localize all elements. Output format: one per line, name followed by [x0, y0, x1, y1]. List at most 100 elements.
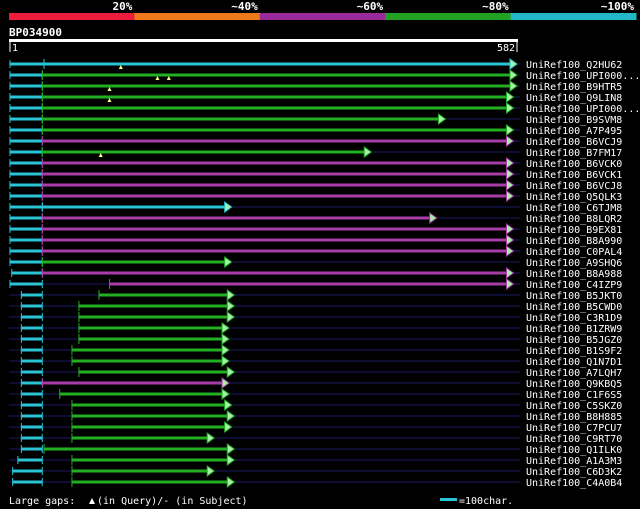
scale-label: =100char. — [459, 496, 513, 507]
hit-end-arrow-icon — [206, 432, 216, 444]
hit-name-label[interactable]: UniRef100_B1S9F2 — [526, 346, 622, 357]
hit-name-label[interactable]: UniRef100_B9SVM8 — [526, 115, 622, 126]
hit-name-label[interactable]: UniRef100_C1F6S5 — [526, 390, 622, 401]
hit-end-arrow-icon — [221, 333, 230, 345]
hit-row[interactable]: UniRef100_C6TJM8 — [9, 201, 622, 214]
query-gap-marker-icon — [107, 98, 112, 102]
hit-row[interactable]: UniRef100_Q1N7D1 — [9, 355, 622, 368]
hit-end-arrow-icon — [506, 278, 515, 290]
hit-name-label[interactable]: UniRef100_A7LQH7 — [526, 368, 622, 379]
hit-end-arrow-icon — [224, 201, 233, 213]
hit-name-label[interactable]: UniRef100_C6D3K2 — [526, 467, 622, 478]
hit-row[interactable]: UniRef100_B8LQR2 — [9, 212, 622, 225]
hit-row[interactable]: UniRef100_A7LQH7 — [9, 366, 622, 379]
hit-name-label[interactable]: UniRef100_A1A3M3 — [526, 456, 622, 467]
hit-end-arrow-icon — [506, 168, 515, 180]
hit-name-label[interactable]: UniRef100_Q1ILK0 — [526, 445, 622, 456]
hit-end-arrow-icon — [506, 190, 515, 202]
hit-row[interactable]: UniRef100_Q9KBQ5 — [9, 377, 622, 390]
hit-end-arrow-icon — [506, 179, 515, 191]
hit-name-label[interactable]: UniRef100_C7PCU7 — [526, 423, 622, 434]
hit-name-label[interactable]: UniRef100_B5CWD0 — [526, 302, 622, 313]
hit-row[interactable]: UniRef100_B6VCK1 — [9, 168, 622, 181]
hit-name-label[interactable]: UniRef100_A9SHQ6 — [526, 258, 622, 269]
hit-row[interactable]: UniRef100_B5JKT0 — [9, 289, 622, 302]
hit-name-label[interactable]: UniRef100_C4A0B4 — [526, 478, 622, 489]
hit-row[interactable]: UniRef100_B6VCJ8 — [9, 179, 622, 192]
hit-end-arrow-icon — [506, 234, 515, 246]
hit-row[interactable]: UniRef100_B6VCJ9 — [9, 135, 622, 148]
hit-name-label[interactable]: UniRef100_C5SKZ0 — [526, 401, 622, 412]
hit-name-label[interactable]: UniRef100_C3R1D9 — [526, 313, 622, 324]
hit-row[interactable]: UniRef100_B1S9F2 — [9, 344, 622, 357]
query-gap-symbol-icon — [89, 498, 95, 504]
hit-name-label[interactable]: UniRef100_B6VCK0 — [526, 159, 622, 170]
hit-name-label[interactable]: UniRef100_C0PAL4 — [526, 247, 622, 258]
hit-name-label[interactable]: UniRef100_B8H885 — [526, 412, 622, 423]
hit-name-label[interactable]: UniRef100_A7P495 — [526, 126, 622, 137]
hit-row[interactable]: UniRef100_C3R1D9 — [9, 311, 622, 324]
hit-row[interactable]: UniRef100_B9SVM8 — [9, 113, 622, 126]
hit-row[interactable]: UniRef100_C0PAL4 — [9, 245, 622, 258]
hit-name-label[interactable]: UniRef100_B6VCJ8 — [526, 181, 622, 192]
hit-name-label[interactable]: UniRef100_B6VCK1 — [526, 170, 622, 181]
hit-row[interactable]: UniRef100_B9EX81 — [9, 223, 622, 236]
hit-name-label[interactable]: UniRef100_Q2HU62 — [526, 60, 622, 71]
hit-name-label[interactable]: UniRef100_B8A988 — [526, 269, 622, 280]
identity-scale-ticks: 20% ~40% ~60% ~80% ~100% — [113, 0, 635, 13]
hit-end-arrow-icon — [221, 377, 230, 389]
hit-name-label[interactable]: UniRef100_B8LQR2 — [526, 214, 622, 225]
hit-name-label[interactable]: UniRef100_Q9KBQ5 — [526, 379, 622, 390]
hit-name-label[interactable]: UniRef100_B8A990 — [526, 236, 622, 247]
hit-row[interactable]: UniRef100_Q2HU62 — [9, 58, 622, 71]
hit-row[interactable]: UniRef100_A7P495 — [9, 124, 622, 137]
hit-name-label[interactable]: UniRef100_B5JGZ0 — [526, 335, 622, 346]
hit-row[interactable]: UniRef100_C6D3K2 — [9, 465, 622, 478]
hit-name-label[interactable]: UniRef100_B7FM17 — [526, 148, 622, 159]
hit-row[interactable]: UniRef100_A9SHQ6 — [9, 256, 622, 269]
hit-row[interactable]: UniRef100_B1ZRW9 — [9, 322, 622, 335]
svg-text:Large gaps:: Large gaps: — [9, 496, 75, 507]
hit-end-arrow-icon — [224, 421, 233, 433]
identity-tick-label: ~60% — [357, 0, 384, 13]
hit-name-label[interactable]: UniRef100_Q5QLK3 — [526, 192, 622, 203]
hit-row[interactable]: UniRef100_C4A0B4 — [9, 476, 622, 489]
hit-name-label[interactable]: UniRef100_Q1N7D1 — [526, 357, 622, 368]
hit-row[interactable]: UniRef100_Q1ILK0 — [9, 443, 622, 456]
hit-end-arrow-icon — [226, 300, 236, 312]
query-id: BP034900 — [9, 26, 62, 39]
hit-row[interactable]: UniRef100_B5CWD0 — [9, 300, 622, 313]
hit-name-label[interactable]: UniRef100_UPI000... — [526, 71, 640, 82]
hit-end-arrow-icon — [226, 366, 236, 378]
hit-row[interactable]: UniRef100_C9RT70 — [9, 432, 622, 445]
hit-row[interactable]: UniRef100_A1A3M3 — [9, 454, 622, 467]
hit-end-arrow-icon — [509, 80, 518, 92]
hit-end-arrow-icon — [226, 454, 236, 466]
hit-name-label[interactable]: UniRef100_B9EX81 — [526, 225, 622, 236]
hit-row[interactable]: UniRef100_C7PCU7 — [9, 421, 622, 434]
identity-tick-label: ~80% — [482, 0, 509, 13]
svg-text:(in Query)/- (in Subject): (in Query)/- (in Subject) — [97, 496, 248, 507]
hit-row[interactable]: UniRef100_B7FM17 — [9, 146, 622, 159]
query-gap-marker-icon — [107, 87, 112, 91]
hit-row[interactable]: UniRef100_C5SKZ0 — [9, 399, 622, 412]
hit-end-arrow-icon — [506, 245, 515, 257]
hit-row[interactable]: UniRef100_C4IZP9 — [9, 278, 622, 291]
hit-row[interactable]: UniRef100_B8A988 — [9, 267, 622, 280]
hit-name-label[interactable]: UniRef100_B6VCJ9 — [526, 137, 622, 148]
hit-name-label[interactable]: UniRef100_B5JKT0 — [526, 291, 622, 302]
hit-row[interactable]: UniRef100_B8A990 — [9, 234, 622, 247]
hit-name-label[interactable]: UniRef100_C9RT70 — [526, 434, 622, 445]
hit-end-arrow-icon — [506, 223, 515, 235]
hit-name-label[interactable]: UniRef100_B9HTR5 — [526, 82, 622, 93]
hit-row[interactable]: UniRef100_Q5QLK3 — [9, 190, 622, 203]
hit-name-label[interactable]: UniRef100_B1ZRW9 — [526, 324, 622, 335]
hit-row[interactable]: UniRef100_C1F6S5 — [9, 388, 622, 401]
hit-name-label[interactable]: UniRef100_Q9LIN8 — [526, 93, 622, 104]
hit-row[interactable]: UniRef100_B8H885 — [9, 410, 622, 423]
hit-name-label[interactable]: UniRef100_UPI000... — [526, 104, 640, 115]
hit-name-label[interactable]: UniRef100_C4IZP9 — [526, 280, 622, 291]
gaps-prefix: Large gaps: — [9, 496, 75, 507]
hit-name-label[interactable]: UniRef100_C6TJM8 — [526, 203, 622, 214]
hit-row[interactable]: UniRef100_B5JGZ0 — [9, 333, 622, 346]
